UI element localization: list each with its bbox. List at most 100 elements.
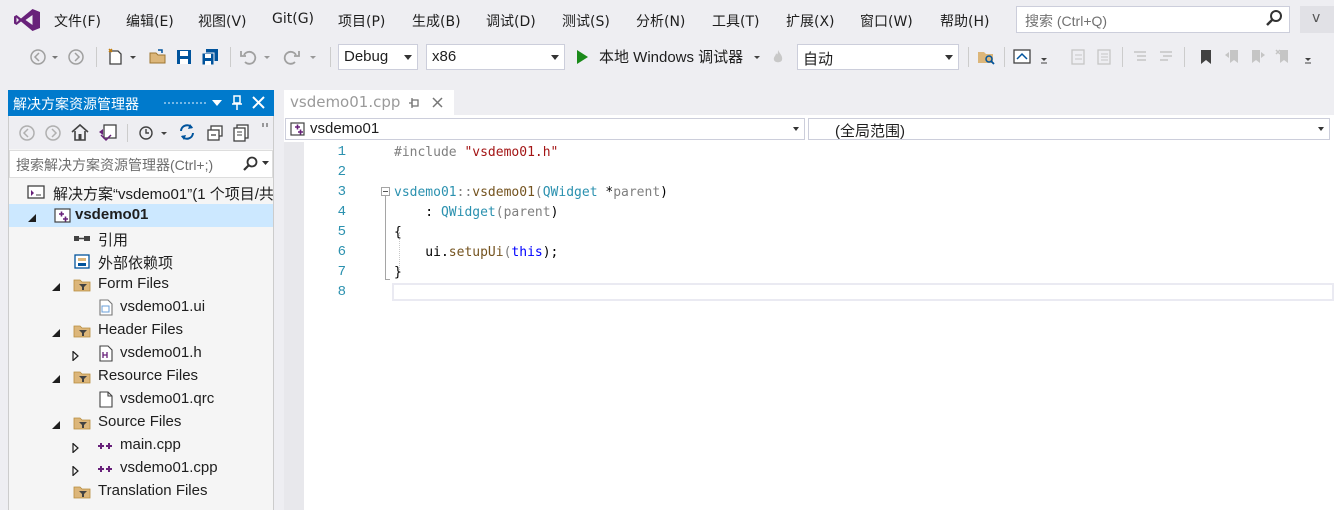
browser-link-icon[interactable] [1012, 47, 1032, 67]
title-bar-grip [163, 101, 208, 105]
tree-item[interactable]: vsdemo01 [9, 204, 273, 227]
step-over-icon[interactable] [1094, 47, 1114, 67]
tree-item[interactable]: vsdemo01.qrc [9, 388, 273, 411]
tree-item[interactable]: vsdemo01.ui [9, 296, 273, 319]
pending-changes-filter-icon[interactable] [137, 123, 157, 143]
start-debugging-label[interactable]: 本地 Windows 调试器 [599, 46, 743, 67]
navigate-back-icon[interactable] [28, 47, 48, 67]
undo-dropdown-icon[interactable] [262, 47, 272, 67]
solution-explorer-title-bar[interactable]: 解决方案资源管理器 [8, 90, 274, 116]
search-options-dropdown-icon[interactable] [261, 159, 270, 167]
toolbar-overflow-icon[interactable] [261, 122, 269, 132]
collapse-arrow-icon[interactable] [27, 210, 37, 222]
project-navigation-dropdown[interactable]: vsdemo01 [285, 118, 805, 140]
window-position-dropdown-icon[interactable] [211, 98, 223, 108]
more-toolbar-options-icon[interactable] [1038, 47, 1050, 67]
uncomment-lines-icon[interactable] [1156, 47, 1176, 67]
new-project-icon[interactable] [106, 47, 126, 67]
close-tab-icon[interactable] [432, 97, 443, 108]
outlining-collapse-icon[interactable] [381, 187, 390, 196]
stack-frame-dropdown[interactable]: 自动 [797, 44, 959, 70]
search-icon[interactable] [1265, 9, 1283, 29]
code-line: #include "vsdemo01.h" [394, 145, 558, 165]
bookmark-icon[interactable] [1196, 47, 1216, 67]
find-in-files-icon[interactable] [976, 47, 996, 67]
previous-bookmark-icon[interactable] [1222, 47, 1242, 67]
collapse-arrow-icon[interactable] [51, 371, 61, 383]
collapse-arrow-icon[interactable] [51, 279, 61, 291]
menu-item-7[interactable]: 测试(S) [562, 11, 610, 31]
redo-dropdown-icon[interactable] [308, 47, 318, 67]
tree-item[interactable]: Form Files [9, 273, 273, 296]
cpp-file-icon [97, 437, 115, 454]
forward-icon[interactable] [44, 124, 62, 142]
quick-launch-search[interactable] [1016, 6, 1290, 33]
close-icon[interactable] [252, 96, 265, 109]
tree-item[interactable]: 解决方案“vsdemo01”(1 个项目/共 1 个) [9, 181, 273, 204]
step-into-icon[interactable] [1068, 47, 1088, 67]
solution-configuration-dropdown[interactable]: Debug [338, 44, 418, 70]
navigate-forward-icon[interactable] [66, 47, 86, 67]
collapse-arrow-icon[interactable] [51, 417, 61, 429]
menu-item-0[interactable]: 文件(F) [54, 11, 101, 31]
sync-icon[interactable] [177, 122, 197, 142]
tree-item[interactable]: Source Files [9, 411, 273, 434]
filter-dropdown-icon[interactable] [159, 123, 169, 143]
document-tab-vsdemo01-cpp[interactable]: vsdemo01.cpp [284, 90, 454, 115]
code-token: vsdemo01 [394, 185, 457, 200]
hot-reload-flame-icon[interactable] [770, 47, 786, 67]
menu-item-11[interactable]: 窗口(W) [860, 11, 913, 31]
solution-explorer-search-input[interactable] [14, 152, 243, 178]
tree-item[interactable]: 引用 [9, 227, 273, 250]
tree-item[interactable]: 外部依赖项 [9, 250, 273, 273]
back-icon[interactable] [18, 124, 36, 142]
undo-icon[interactable] [238, 47, 258, 67]
debug-target-dropdown-icon[interactable] [752, 47, 762, 67]
expand-arrow-icon[interactable] [71, 348, 81, 362]
tree-item[interactable]: Resource Files [9, 365, 273, 388]
save-all-icon[interactable] [200, 47, 220, 67]
account-badge[interactable]: v [1300, 6, 1334, 33]
solution-platform-dropdown[interactable]: x86 [426, 44, 565, 70]
redo-icon[interactable] [282, 47, 302, 67]
chevron-down-icon [793, 127, 799, 131]
open-file-icon[interactable] [148, 47, 168, 67]
menu-item-6[interactable]: 调试(D) [486, 11, 536, 31]
menu-item-5[interactable]: 生成(B) [412, 11, 461, 31]
comment-out-lines-icon[interactable] [1130, 47, 1150, 67]
pin-tab-icon[interactable] [408, 97, 420, 109]
tree-item[interactable]: vsdemo01.h [9, 342, 273, 365]
tree-item[interactable]: main.cpp [9, 434, 273, 457]
pin-icon[interactable] [231, 95, 243, 111]
show-all-files-icon[interactable] [231, 123, 251, 143]
solution-explorer-search[interactable] [9, 150, 273, 178]
quick-launch-input[interactable] [1023, 8, 1257, 33]
expand-arrow-icon[interactable] [71, 463, 81, 477]
menu-item-9[interactable]: 工具(T) [712, 11, 759, 31]
search-icon[interactable] [242, 156, 258, 172]
expand-arrow-icon[interactable] [71, 440, 81, 454]
home-icon[interactable] [70, 123, 90, 142]
back-dropdown-icon[interactable] [50, 47, 60, 67]
menu-item-4[interactable]: 项目(P) [338, 11, 385, 31]
menu-item-8[interactable]: 分析(N) [636, 11, 685, 31]
menu-item-2[interactable]: 视图(V) [198, 11, 247, 31]
start-debugging-play-icon[interactable] [574, 47, 590, 67]
next-bookmark-icon[interactable] [1248, 47, 1268, 67]
menu-item-3[interactable]: Git(G) [272, 11, 314, 27]
collapse-all-icon[interactable] [205, 123, 225, 143]
collapse-arrow-icon[interactable] [51, 325, 61, 337]
visual-studio-logo-icon[interactable] [14, 9, 40, 31]
menu-item-10[interactable]: 扩展(X) [786, 11, 835, 31]
save-icon[interactable] [174, 47, 194, 67]
toolbar-overflow-icon[interactable] [1302, 47, 1314, 67]
tree-item[interactable]: Header Files [9, 319, 273, 342]
tree-item[interactable]: vsdemo01.cpp [9, 457, 273, 480]
tree-item[interactable]: Translation Files [9, 480, 273, 503]
scope-navigation-dropdown[interactable]: (全局范围) [808, 118, 1330, 140]
menu-item-1[interactable]: 编辑(E) [126, 11, 174, 31]
switch-views-icon[interactable] [97, 123, 119, 143]
new-project-dropdown-icon[interactable] [128, 47, 138, 67]
menu-item-12[interactable]: 帮助(H) [940, 11, 989, 31]
clear-bookmarks-icon[interactable] [1274, 47, 1294, 67]
